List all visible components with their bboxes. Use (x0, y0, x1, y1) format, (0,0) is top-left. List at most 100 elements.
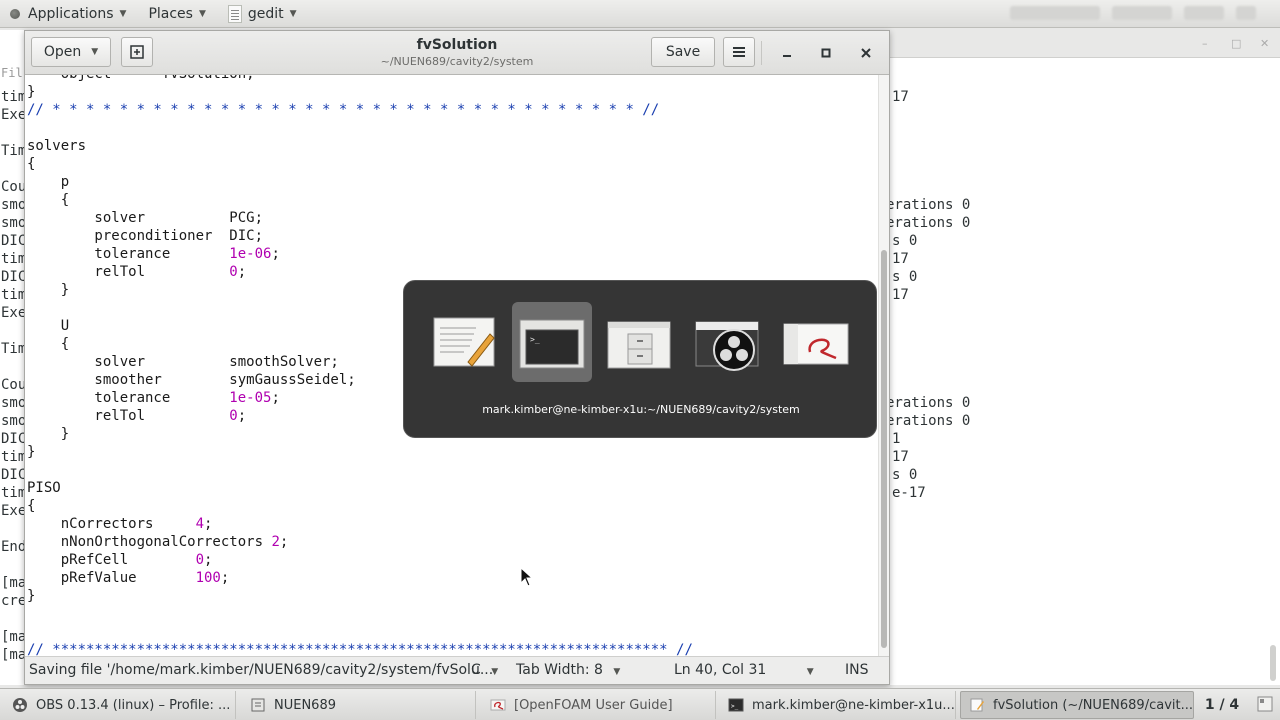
terminal-icon: >_ (728, 698, 744, 712)
code-line: solver PCG; (27, 209, 263, 227)
code-text: ; (204, 516, 213, 532)
minimize-button[interactable] (777, 43, 797, 63)
code-text: ; (271, 390, 280, 406)
terminal-line: [ma (1, 629, 27, 645)
number-literal: 1e-05 (229, 390, 272, 406)
terminal-line: cre (1, 593, 27, 609)
code-line: } (27, 443, 35, 461)
terminal-icon: >_ (519, 319, 585, 369)
save-button[interactable]: Save (651, 37, 715, 67)
text-editor-icon (433, 317, 495, 367)
code-text: ; (271, 246, 280, 262)
number-literal: 0 (195, 552, 205, 568)
pdf-icon (490, 699, 506, 711)
terminal-line: erations 0 (886, 395, 971, 411)
terminal-line: tim (1, 449, 27, 465)
header-separator (761, 41, 762, 65)
workspace-icon[interactable] (1256, 695, 1274, 713)
chevron-down-icon: ▼ (119, 8, 127, 19)
code-line: tolerance 1e-05; (27, 389, 280, 407)
code-text: { (27, 192, 70, 208)
terminal-line: tim (1, 485, 27, 501)
switcher-item-text-editor[interactable] (424, 302, 504, 382)
code-text: } (27, 84, 36, 100)
code-text: solver smoothSolver; (27, 354, 339, 370)
save-label: Save (665, 44, 701, 60)
terminal-scrollbar[interactable] (1270, 645, 1276, 681)
terminal-line: e-17 (892, 485, 926, 501)
terminal-line: Tim (1, 341, 27, 357)
task-nuen689[interactable]: NUEN689 (242, 691, 476, 719)
code-text: U (27, 318, 70, 334)
editor-scrollbar[interactable] (878, 75, 889, 656)
tab-width-selector[interactable]: Tab Width: 8 ▼ (516, 662, 620, 678)
scrollbar-thumb[interactable] (881, 250, 887, 648)
terminal-line: s 0 (892, 233, 918, 249)
task-openfoam-guide[interactable]: [OpenFOAM User Guide] (482, 691, 716, 719)
task-fvsolution[interactable]: fvSolution (~/NUEN689/cavit... (960, 691, 1194, 719)
code-text: ; (279, 534, 289, 550)
switcher-item-file-manager[interactable] (600, 302, 680, 382)
terminal-line: [ma (1, 575, 27, 591)
terminal-line: 17 (892, 449, 909, 465)
task-obs[interactable]: OBS 0.13.4 (linux) – Profile: ... (4, 691, 236, 719)
switcher-item-pdf-viewer[interactable] (776, 302, 856, 382)
code-line: } (27, 425, 69, 443)
task-label: mark.kimber@ne-kimber-x1u... (752, 697, 955, 713)
code-line: } (27, 587, 35, 605)
code-text: tolerance (27, 246, 230, 262)
applications-menu[interactable]: Applications ▼ (0, 0, 134, 28)
number-literal: 0 (229, 264, 238, 280)
terminal-line: erations 0 (886, 413, 971, 429)
title-block: fvSolution ~/NUEN689/cavity2/system (325, 36, 589, 70)
document-title: fvSolution (416, 37, 498, 53)
task-terminal[interactable]: >_ mark.kimber@ne-kimber-x1u... (720, 691, 956, 719)
code-text: PISO (27, 480, 61, 496)
text-editor-icon (970, 698, 984, 712)
workspace-indicator[interactable]: 1 / 4 (1192, 691, 1252, 719)
code-line: // * * * * * * * * * * * * * * * * * * *… (27, 101, 659, 119)
close-icon[interactable]: ✕ (1260, 37, 1269, 50)
svg-text:>_: >_ (731, 703, 739, 710)
code-text: } (27, 588, 36, 604)
close-button[interactable] (856, 43, 876, 63)
terminal-line: 17 (892, 89, 909, 105)
insert-mode-label: INS (845, 662, 869, 678)
obs-icon (13, 698, 27, 712)
code-text: ; (237, 264, 247, 280)
terminal-line: Exe (1, 305, 27, 321)
open-button[interactable]: Open ▼ (31, 37, 111, 67)
taskbar: OBS 0.13.4 (linux) – Profile: ... NUEN68… (0, 688, 1280, 720)
menu-button[interactable] (723, 37, 755, 67)
terminal-line: Exe (1, 503, 27, 519)
terminal-line: smo (1, 395, 27, 411)
terminal-line: tim (1, 89, 27, 105)
code-line: { (27, 497, 35, 515)
places-label: Places (148, 5, 193, 22)
code-text: { (27, 498, 36, 514)
language-selector[interactable]: C ▼ (471, 662, 498, 678)
cursor-position-label: Ln 40, Col 31 (674, 662, 767, 678)
tab-width-label: Tab Width: 8 (516, 662, 603, 678)
chevron-down-icon: ▼ (491, 667, 499, 677)
cursor-position-selector[interactable]: Ln 40, Col 31 ▼ (674, 662, 814, 678)
minimize-icon[interactable]: – (1202, 37, 1208, 50)
code-text: relTol (27, 408, 230, 424)
switcher-item-obs[interactable] (688, 302, 768, 382)
code-text: nCorrectors (27, 516, 196, 532)
number-literal: 0 (229, 408, 238, 424)
code-text: pRefCell (27, 552, 196, 568)
switcher-item-terminal[interactable]: >_ (512, 302, 592, 382)
terminal-line: 17 (892, 287, 909, 303)
terminal-line: End (1, 539, 27, 555)
terminal-line: smo (1, 197, 27, 213)
places-menu[interactable]: Places ▼ (134, 0, 213, 28)
maximize-button[interactable] (816, 43, 836, 63)
active-app-menu[interactable]: gedit ▼ (214, 0, 305, 28)
terminal-line: Exe (1, 107, 27, 123)
code-text: object fvSolution; (27, 75, 255, 82)
comment-text: // *************************************… (27, 642, 693, 656)
task-label: NUEN689 (274, 697, 336, 713)
new-tab-button[interactable] (121, 37, 153, 67)
maximize-icon[interactable]: □ (1231, 37, 1241, 50)
